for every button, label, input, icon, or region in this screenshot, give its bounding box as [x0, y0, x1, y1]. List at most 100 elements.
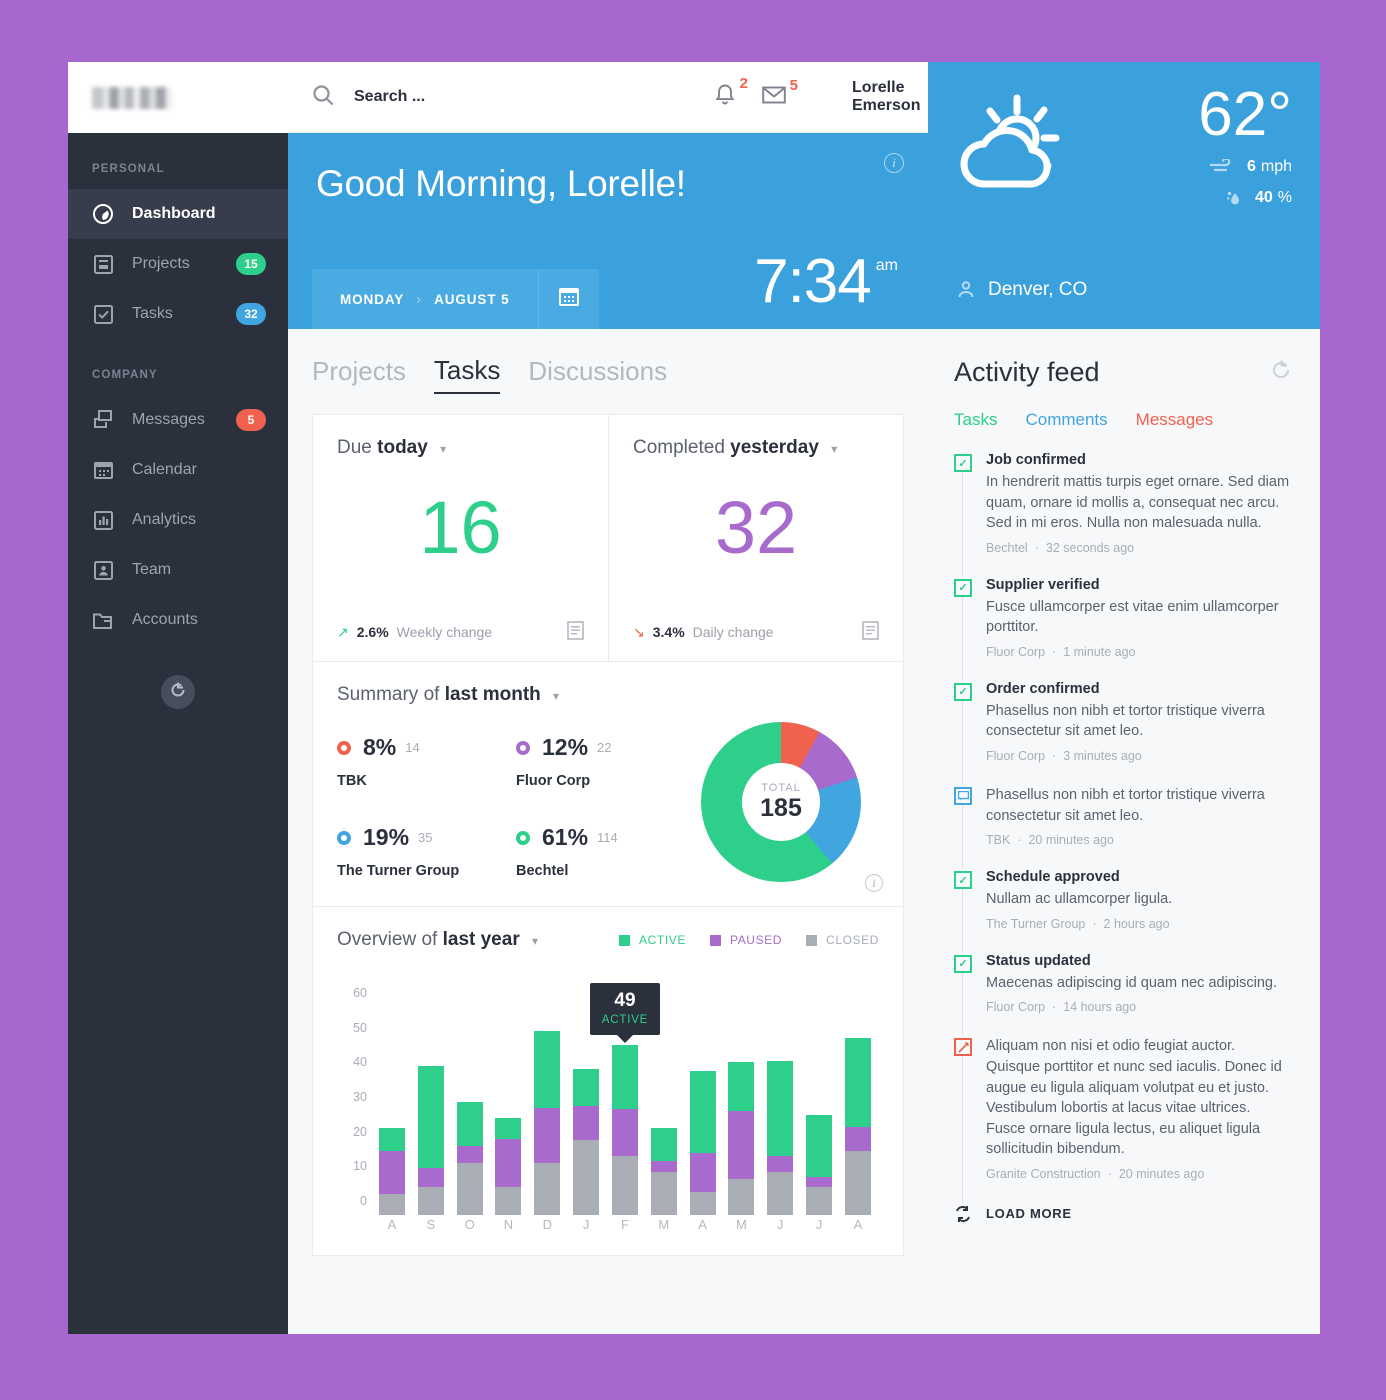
sidebar-item-team[interactable]: Team: [68, 545, 288, 595]
tab-projects[interactable]: Projects: [312, 356, 406, 393]
stat-cards-row: Due today ▾ 16 ↗ 2.6% Weekly change Comp…: [312, 414, 904, 662]
activity-item-meta: TBK · 20 minutes ago: [986, 833, 1292, 847]
tab-tasks[interactable]: Tasks: [433, 355, 501, 394]
summary-title[interactable]: Summary of last month ▾: [337, 684, 879, 706]
chart-bar[interactable]: [417, 1007, 444, 1215]
sidebar-item-analytics[interactable]: Analytics: [68, 495, 288, 545]
calendar-button[interactable]: [537, 269, 599, 329]
search-input[interactable]: [354, 88, 714, 106]
accounts-icon: [92, 609, 114, 631]
legend-item-closed[interactable]: CLOSED: [806, 933, 879, 947]
chart-bar-segment-closed: [611, 1156, 638, 1215]
timeline-connector: [962, 1056, 963, 1203]
donut-center: TOTAL 185: [742, 763, 820, 841]
chevron-down-icon[interactable]: ▾: [553, 689, 559, 703]
loop-icon: [954, 1205, 972, 1223]
activity-feed-item[interactable]: Aliquam non nisi et odio feugiat auctor.…: [954, 1036, 1292, 1203]
activity-feed-item[interactable]: ✓ Status updated Maecenas adipiscing id qu…: [954, 953, 1292, 1037]
chart-bar[interactable]: [379, 1007, 405, 1215]
chart-bar-segment-closed: [379, 1194, 405, 1215]
stat-title-bold: yesterday: [730, 437, 819, 458]
sidebar-item-tasks[interactable]: Tasks 32: [68, 289, 288, 339]
chart-bar-segment-closed: [495, 1187, 522, 1215]
date-breadcrumb[interactable]: MONDAY › AUGUST 5: [312, 269, 538, 329]
tab-discussions[interactable]: Discussions: [528, 356, 667, 393]
activity-item-desc: Phasellus non nibh et tortor tristique v…: [986, 787, 1265, 824]
stat-value: 16: [419, 486, 502, 569]
messages-button[interactable]: 5: [762, 77, 798, 110]
ring-icon: [516, 830, 530, 845]
chart-bar[interactable]: [767, 1007, 794, 1215]
activity-feed-item[interactable]: ✓ Supplier verified Fusce ullamcorper est …: [954, 577, 1292, 681]
info-icon[interactable]: i: [884, 153, 904, 173]
logo-bar[interactable]: [68, 62, 288, 133]
activity-item-source: TBK: [986, 833, 1011, 848]
activity-feed-item[interactable]: ✓ Job confirmed In hendrerit mattis turpis…: [954, 452, 1292, 577]
donut-chart-wrapper: TOTAL 185: [695, 722, 867, 882]
activity-item-meta: Fluor Corp · 3 minutes ago: [986, 749, 1292, 763]
stat-card-title[interactable]: Due today ▾: [337, 437, 584, 459]
chart-bar[interactable]: [456, 1007, 483, 1215]
summary-item-fluor-corp: 12% 22 Fluor Corp: [516, 734, 695, 792]
chart-bar-segment-closed: [844, 1150, 871, 1215]
bell-icon: [714, 83, 736, 112]
stat-value: 32: [714, 486, 798, 569]
activity-item-body: Schedule approved Nullam ac ullamcorper l…: [986, 869, 1292, 931]
feed-tab-tasks[interactable]: Tasks: [954, 410, 997, 430]
activity-feed-tabs: Tasks Comments Messages: [954, 410, 1292, 430]
load-more-button[interactable]: LOAD MORE: [954, 1205, 1292, 1249]
weather-temperature-block: 62° 6 mph 40 %: [1198, 84, 1292, 208]
chart-title[interactable]: Overview of last year ▾: [337, 929, 538, 951]
activity-item-meta: Bechtel · 32 seconds ago: [986, 541, 1292, 555]
activity-item-body: Phasellus non nibh et tortor tristique v…: [986, 785, 1292, 847]
chevron-down-icon[interactable]: ▾: [831, 442, 837, 456]
overview-chart-card: Overview of last year ▾ ACTIVE PAUSED CL…: [312, 907, 904, 1256]
stat-card-title[interactable]: Completed yesterday ▾: [633, 437, 879, 459]
refresh-icon: [169, 681, 187, 704]
chart-bar[interactable]: [495, 1007, 522, 1215]
report-icon[interactable]: [567, 621, 584, 643]
report-icon[interactable]: [862, 621, 879, 643]
legend-item-active[interactable]: ACTIVE: [619, 933, 686, 947]
sidebar-item-label: Dashboard: [132, 205, 216, 222]
chart-bar[interactable]: [844, 1007, 871, 1215]
activity-feed-item[interactable]: ✓ Order confirmed Phasellus non nibh et to…: [954, 681, 1292, 786]
chart-bar-segment-active: [767, 1060, 794, 1157]
sidebar-refresh-button[interactable]: [161, 675, 195, 709]
sidebar-item-messages[interactable]: Messages 5: [68, 395, 288, 445]
chart-bar[interactable]: [689, 1007, 716, 1215]
meta-separator: ·: [1107, 1166, 1112, 1181]
tooltip-arrow: [616, 1035, 633, 1044]
chart-bar[interactable]: [806, 1007, 833, 1215]
clock: 7:34 am: [754, 251, 898, 313]
notifications-button[interactable]: 2: [714, 75, 748, 112]
weather-humidity-value: 40: [1254, 189, 1273, 206]
sidebar-item-calendar[interactable]: Calendar: [68, 445, 288, 495]
breadcrumb-separator: ›: [416, 290, 423, 308]
info-icon[interactable]: i: [865, 874, 883, 892]
chart-bar[interactable]: [534, 1007, 561, 1215]
chart-bar[interactable]: [728, 1007, 755, 1215]
chart-bar-segment-closed: [650, 1171, 677, 1215]
activity-feed-item[interactable]: ✓ Schedule approved Nullam ac ullamcorper …: [954, 869, 1292, 953]
donut-chart: TOTAL 185: [701, 722, 861, 882]
weather-wind-value: 6: [1246, 158, 1256, 175]
activity-feed-item[interactable]: Phasellus non nibh et tortor tristique v…: [954, 785, 1292, 870]
meta-separator: ·: [1034, 540, 1039, 555]
check-icon: ✓: [954, 578, 972, 597]
chart-bar[interactable]: [650, 1007, 677, 1215]
chevron-down-icon[interactable]: ▾: [532, 934, 538, 948]
search-area: [288, 84, 714, 111]
chart-bar[interactable]: [573, 1007, 600, 1215]
feed-tab-messages[interactable]: Messages: [1136, 410, 1213, 430]
sidebar-item-accounts[interactable]: Accounts: [68, 595, 288, 645]
refresh-icon[interactable]: [1270, 359, 1292, 386]
legend-item-paused[interactable]: PAUSED: [709, 933, 782, 947]
user-name[interactable]: Lorelle Emerson: [852, 79, 940, 115]
chevron-down-icon[interactable]: ▾: [440, 442, 446, 456]
sidebar-item-label: Projects: [132, 255, 190, 272]
sidebar-item-projects[interactable]: Projects 15: [68, 239, 288, 289]
sidebar-item-dashboard[interactable]: Dashboard: [68, 189, 288, 239]
greeting-title: Good Morning, Lorelle!: [316, 163, 686, 204]
feed-tab-comments[interactable]: Comments: [1025, 410, 1107, 430]
